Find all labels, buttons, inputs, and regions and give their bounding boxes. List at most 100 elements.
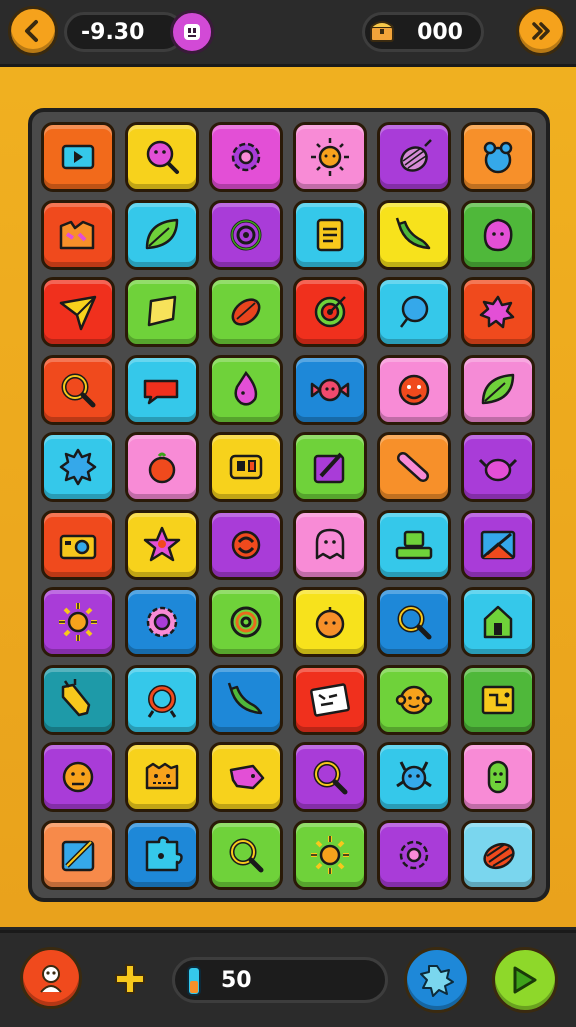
game-tile[interactable]: [461, 277, 535, 347]
game-tile[interactable]: [461, 122, 535, 192]
splat-icon: [59, 448, 97, 486]
game-tile[interactable]: [209, 819, 283, 890]
face-box-icon: [145, 762, 179, 790]
game-tile[interactable]: [293, 587, 367, 657]
balloon-icon: [400, 295, 429, 328]
monster-icon: [396, 761, 432, 791]
game-tile[interactable]: [125, 742, 199, 812]
game-tile[interactable]: [125, 664, 199, 735]
game-tile[interactable]: [209, 742, 283, 812]
game-tile[interactable]: [293, 509, 367, 580]
game-tile[interactable]: [293, 432, 367, 502]
game-tile[interactable]: [377, 742, 451, 812]
game-tile[interactable]: [377, 277, 451, 347]
leaf-icon: [145, 218, 179, 249]
game-tile[interactable]: [377, 509, 451, 580]
score-display: -9.30: [64, 12, 184, 52]
splat-button[interactable]: [404, 947, 470, 1013]
ring-icon: [147, 684, 177, 718]
torn-box-icon: [59, 220, 95, 249]
game-tile[interactable]: [293, 122, 367, 192]
speech-bubble-icon: [143, 379, 179, 404]
spiral-icon: [230, 606, 262, 638]
blob-face-icon: [483, 218, 513, 251]
game-tile[interactable]: [377, 122, 451, 192]
computer-icon: [395, 530, 433, 559]
puzzle-icon: [145, 835, 183, 871]
next-button[interactable]: [516, 6, 566, 56]
game-tile[interactable]: [41, 587, 115, 657]
game-tile[interactable]: [461, 199, 535, 270]
diamond-icon: [147, 295, 177, 327]
pickle-icon: [487, 760, 509, 794]
character-button[interactable]: [20, 947, 82, 1009]
game-tile[interactable]: [41, 509, 115, 580]
game-tile[interactable]: [41, 742, 115, 812]
game-tile[interactable]: [209, 664, 283, 735]
game-tile[interactable]: [461, 742, 535, 812]
smile-face-icon: [398, 374, 430, 405]
game-tile[interactable]: [461, 509, 535, 580]
game-tile[interactable]: [41, 664, 115, 735]
game-tile[interactable]: [377, 354, 451, 425]
game-tile[interactable]: [209, 509, 283, 580]
game-tile[interactable]: [125, 819, 199, 890]
game-tile[interactable]: [293, 199, 367, 270]
game-tile[interactable]: [41, 277, 115, 347]
game-tile[interactable]: [293, 354, 367, 425]
circuit-icon: [481, 685, 515, 714]
game-tile[interactable]: [125, 432, 199, 502]
game-tile[interactable]: [125, 199, 199, 270]
game-tile[interactable]: [125, 509, 199, 580]
game-tile[interactable]: [209, 122, 283, 192]
game-tile[interactable]: [41, 122, 115, 192]
game-tile[interactable]: [41, 432, 115, 502]
magnifier-icon: [397, 605, 432, 640]
chevron-left-icon: [25, 20, 38, 42]
battery-icon: [184, 965, 204, 997]
game-tile[interactable]: [293, 277, 367, 347]
game-tile[interactable]: [377, 664, 451, 735]
game-tile[interactable]: [125, 587, 199, 657]
game-tile[interactable]: [293, 742, 367, 812]
pepper-icon: [395, 217, 431, 249]
game-tile[interactable]: [41, 354, 115, 425]
magnifier-icon: [229, 838, 264, 872]
game-tile[interactable]: [125, 122, 199, 192]
game-tile[interactable]: [461, 664, 535, 735]
back-button[interactable]: [8, 6, 58, 56]
game-tile[interactable]: [41, 199, 115, 270]
game-tile[interactable]: [125, 277, 199, 347]
game-tile[interactable]: [209, 432, 283, 502]
game-tile[interactable]: [461, 354, 535, 425]
game-tile[interactable]: [377, 199, 451, 270]
picture-icon: [480, 530, 516, 559]
berry-icon: [483, 141, 513, 174]
game-tile[interactable]: [293, 819, 367, 890]
game-tile[interactable]: [377, 432, 451, 502]
treasure-chest-icon: [364, 12, 400, 48]
game-tile[interactable]: [461, 587, 535, 657]
card-icon: [229, 454, 263, 480]
game-tile[interactable]: [125, 354, 199, 425]
game-tile[interactable]: [293, 664, 367, 735]
game-tile[interactable]: [209, 587, 283, 657]
game-tile[interactable]: [377, 587, 451, 657]
plus-icon[interactable]: [110, 959, 150, 999]
note-icon: [310, 682, 350, 717]
game-tile[interactable]: [461, 819, 535, 890]
game-tile[interactable]: [41, 819, 115, 890]
splat-icon: [420, 965, 454, 997]
game-tile[interactable]: [209, 277, 283, 347]
counter-display: 50: [172, 957, 388, 1003]
score-value: -9.30: [81, 19, 145, 45]
robot-face-icon[interactable]: [170, 10, 214, 54]
bottom-bar: 50: [0, 930, 576, 1027]
game-tile[interactable]: [461, 432, 535, 502]
tomato-icon: [148, 452, 176, 484]
game-tile[interactable]: [209, 199, 283, 270]
game-tile[interactable]: [377, 819, 451, 890]
play-button[interactable]: [492, 947, 558, 1013]
game-tile[interactable]: [209, 354, 283, 425]
star-burst-icon: [479, 295, 515, 329]
